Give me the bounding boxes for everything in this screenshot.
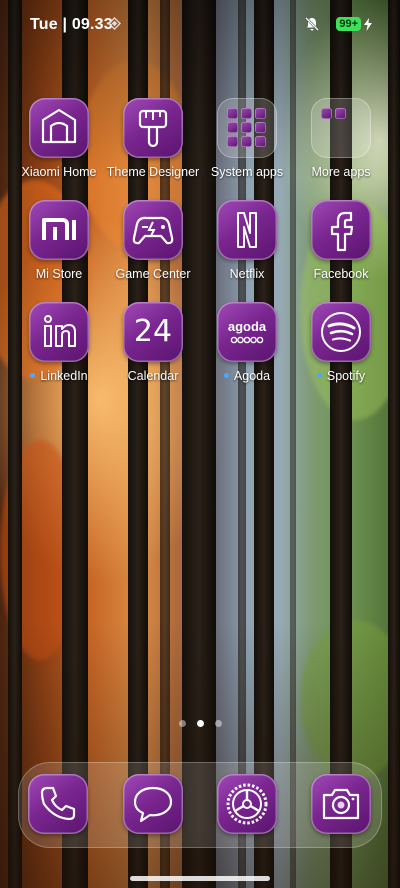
location-icon [108, 17, 121, 30]
gear-icon [217, 774, 277, 834]
app-label: Game Center [115, 267, 191, 281]
app-label: Theme Designer [106, 165, 200, 179]
netflix-logo-icon [217, 200, 277, 260]
agoda-logo-icon: agoda [217, 302, 277, 362]
xiaomi-home-icon [29, 98, 89, 158]
app-spotify[interactable]: Spotify [294, 302, 388, 383]
app-label: Agoda [200, 369, 294, 383]
facebook-logo-icon [311, 200, 371, 260]
home-gesture-bar[interactable] [130, 876, 270, 881]
app-xiaomi-home[interactable]: Xiaomi Home [12, 98, 106, 179]
app-label: Xiaomi Home [21, 165, 97, 179]
app-calendar[interactable]: 24 Calendar [106, 302, 200, 383]
gamepad-icon [123, 200, 183, 260]
folder-icon [311, 98, 371, 158]
calendar-icon: 24 [123, 302, 183, 362]
new-install-dot [316, 373, 322, 379]
app-linkedin[interactable]: LinkedIn [12, 302, 106, 383]
spotify-logo-icon [311, 302, 371, 362]
app-agoda[interactable]: agoda Agoda [200, 302, 294, 383]
chat-bubble-icon [123, 774, 183, 834]
mi-logo-icon [29, 200, 89, 260]
dock-settings[interactable] [217, 774, 277, 834]
battery-indicator: 99+ [336, 17, 372, 31]
app-label: System apps [210, 165, 284, 179]
paintbrush-icon [123, 98, 183, 158]
app-label: More apps [311, 165, 371, 179]
page-dot-active[interactable] [196, 720, 204, 727]
charging-bolt-icon [364, 17, 372, 31]
new-install-dot [223, 373, 229, 379]
camera-icon [311, 774, 371, 834]
app-label: Calendar [127, 369, 179, 383]
calendar-date: 24 [133, 314, 173, 349]
page-dot[interactable] [178, 720, 186, 727]
linkedin-logo-icon [29, 302, 89, 362]
app-label: LinkedIn [12, 369, 106, 383]
app-label: Facebook [313, 267, 369, 281]
app-mi-store[interactable]: Mi Store [12, 200, 106, 281]
status-bar: Tue | 09.33 99+ [0, 0, 400, 52]
mute-bell-icon [305, 17, 320, 31]
status-time: Tue | 09.33 [30, 16, 113, 33]
app-label: Mi Store [35, 267, 83, 281]
page-indicator [0, 720, 400, 727]
app-game-center[interactable]: Game Center [106, 200, 200, 281]
folder-icon [217, 98, 277, 158]
app-label: Netflix [229, 267, 265, 281]
folder-more-apps[interactable]: More apps [294, 98, 388, 179]
app-label: Spotify [294, 369, 388, 383]
app-facebook[interactable]: Facebook [294, 200, 388, 281]
dock-phone[interactable] [28, 774, 88, 834]
folder-system-apps[interactable]: System apps [200, 98, 294, 179]
dock-messages[interactable] [123, 774, 183, 834]
app-netflix[interactable]: Netflix [200, 200, 294, 281]
dock-camera[interactable] [311, 774, 371, 834]
phone-icon [28, 774, 88, 834]
new-install-dot [30, 373, 36, 379]
page-dot[interactable] [214, 720, 222, 727]
app-theme-designer[interactable]: Theme Designer [106, 98, 200, 179]
battery-level: 99+ [336, 17, 361, 31]
